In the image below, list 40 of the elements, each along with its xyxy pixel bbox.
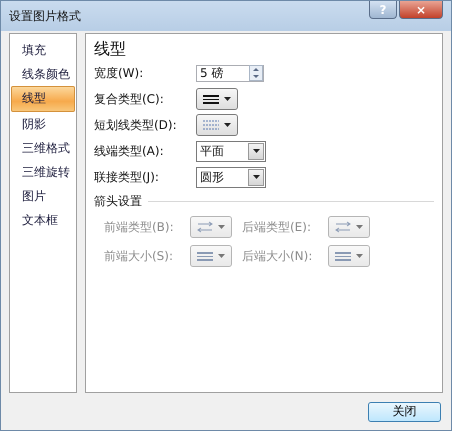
line-style-dropdown[interactable] (196, 88, 238, 110)
lines-icon (196, 250, 213, 262)
category-item[interactable]: 文本框 (11, 208, 75, 232)
caret-icon (224, 123, 232, 127)
field-label: 前端类型(B): (104, 218, 175, 236)
caret-icon (224, 97, 232, 101)
group-heading: 箭头设置 (94, 192, 142, 210)
window-title: 设置图片格式 (9, 8, 81, 24)
spin-arrows-icon[interactable] (249, 65, 263, 81)
field-label: 前端大小(S): (104, 248, 174, 264)
lines-icon (334, 250, 351, 262)
category-item[interactable]: 图片 (11, 184, 75, 208)
width-spinbox[interactable]: 5 磅 (196, 64, 264, 82)
field-label: 宽度(W): (94, 64, 144, 82)
double-arrow-icon (334, 221, 351, 233)
field-label: 复合类型(C): (94, 90, 165, 108)
caret-icon (218, 254, 226, 258)
field-label: 线端类型(A): (94, 142, 165, 160)
dropdown-field[interactable]: 平面 (196, 140, 266, 162)
double-line-icon (202, 93, 219, 105)
category-item[interactable]: 三维格式 (11, 136, 75, 160)
caret-icon (218, 225, 226, 229)
field-label: 联接类型(J): (94, 168, 160, 186)
dropdown-field[interactable]: 圆形 (196, 166, 266, 188)
caret-icon (252, 175, 260, 179)
category-item[interactable]: 阴影 (11, 112, 75, 136)
category-item[interactable]: 线条颜色 (11, 62, 75, 86)
double-arrow-icon (196, 221, 213, 233)
field-label: 后端大小(N): (242, 248, 314, 264)
close-button[interactable]: 关闭 (368, 402, 441, 422)
category-item[interactable]: 三维旋转 (11, 160, 75, 184)
section-heading: 线型 (94, 38, 127, 60)
caret-icon (356, 225, 364, 229)
category-item[interactable]: 填充 (11, 38, 75, 62)
caret-icon (252, 149, 260, 153)
category-item[interactable]: 线型 (11, 86, 75, 112)
dashed-lines-icon (202, 119, 219, 131)
field-label: 短划线类型(D): (94, 116, 178, 134)
field-label: 后端类型(E): (242, 218, 312, 236)
caret-icon (356, 254, 364, 258)
